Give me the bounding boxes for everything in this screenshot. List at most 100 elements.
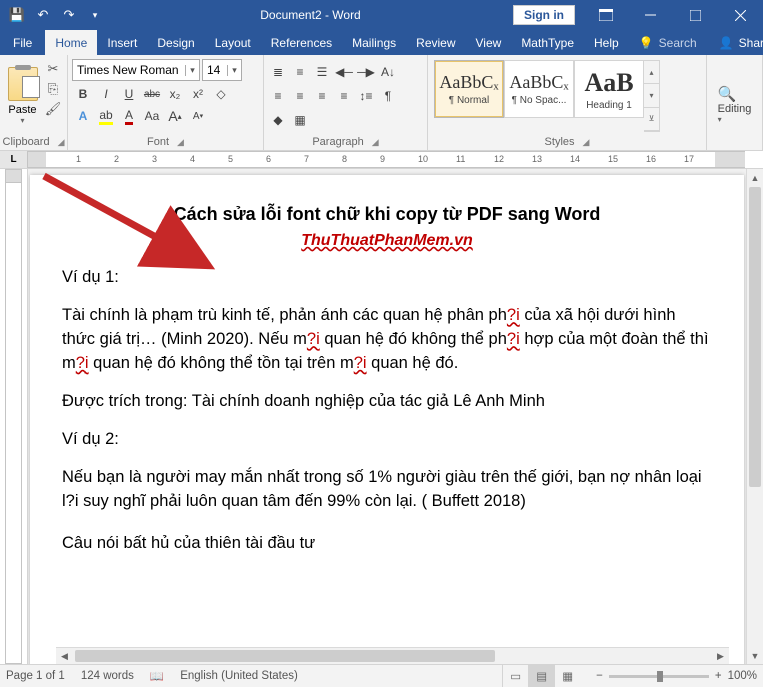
close-button[interactable] (718, 1, 763, 30)
paragraph-group-label: Paragraph (312, 136, 363, 148)
tab-review[interactable]: Review (406, 30, 465, 55)
sign-in-button[interactable]: Sign in (513, 5, 575, 25)
style-normal[interactable]: AaBbCₓ ¶ Normal (434, 60, 504, 118)
strike-button[interactable]: abc (141, 84, 163, 104)
align-left-button[interactable]: ≡ (268, 86, 288, 106)
zoom-slider[interactable] (609, 675, 709, 678)
font-dialog-launcher[interactable]: ◢ (177, 137, 184, 148)
tell-me-search[interactable]: 💡 Search (629, 30, 707, 55)
decrease-indent-button[interactable]: ◀─ (334, 62, 354, 82)
underline-button[interactable]: U (118, 84, 140, 104)
font-name-combo[interactable]: Times New Roman▾ (72, 59, 200, 81)
tab-selector[interactable]: L (0, 151, 28, 168)
bold-button[interactable]: B (72, 84, 94, 104)
word-count[interactable]: 124 words (81, 670, 134, 682)
page-indicator[interactable]: Page 1 of 1 (6, 670, 65, 682)
shading-button[interactable]: ◆ (268, 110, 288, 130)
change-case-button[interactable]: Aa (141, 106, 163, 126)
show-marks-button[interactable]: ¶ (378, 86, 398, 106)
vscroll-thumb[interactable] (749, 187, 761, 487)
horizontal-ruler[interactable]: L 1234567891011121314151617 (0, 151, 763, 169)
font-color-button[interactable]: A (118, 106, 140, 126)
tab-mathtype[interactable]: MathType (511, 30, 584, 55)
style-name: ¶ No Spac... (512, 95, 567, 106)
print-layout-icon[interactable]: ▤ (528, 665, 554, 687)
paste-button[interactable]: Paste ▾ (4, 58, 41, 134)
shrink-font-button[interactable]: A▾ (187, 106, 209, 126)
numbering-button[interactable]: ≡ (290, 62, 310, 82)
tab-design[interactable]: Design (147, 30, 204, 55)
lightbulb-icon: 💡 (639, 36, 654, 50)
style-heading1[interactable]: AaB Heading 1 (574, 60, 644, 118)
line-spacing-button[interactable]: ↕≡ (356, 86, 376, 106)
borders-button[interactable]: ▦ (290, 110, 310, 130)
highlight-button[interactable]: ab (95, 106, 117, 126)
save-icon[interactable]: 💾 (4, 2, 30, 28)
editing-button[interactable]: 🔍 Editing ▾ (718, 81, 752, 128)
vertical-ruler[interactable] (0, 169, 28, 664)
doc-subtitle: ThuThuatPhanMem.vn (62, 229, 712, 252)
qat-customize-icon[interactable]: ▾ (82, 2, 108, 28)
format-painter-icon[interactable]: 🖌 (43, 100, 63, 118)
copy-icon[interactable]: ⎘ (43, 80, 63, 98)
superscript-button[interactable]: x² (187, 84, 209, 104)
tab-layout[interactable]: Layout (205, 30, 261, 55)
page[interactable]: Cách sửa lỗi font chữ khi copy từ PDF sa… (30, 175, 744, 664)
web-layout-icon[interactable]: ▦ (554, 665, 580, 687)
zoom-level[interactable]: 100% (728, 670, 757, 682)
tab-references[interactable]: References (261, 30, 342, 55)
text-effects-button[interactable]: A (72, 106, 94, 126)
hscroll-thumb[interactable] (75, 650, 495, 662)
scroll-left-icon[interactable]: ◀ (56, 648, 73, 664)
paragraph-dialog-launcher[interactable]: ◢ (372, 137, 379, 148)
vertical-scrollbar[interactable]: ▲ ▼ (746, 169, 763, 664)
bullets-button[interactable]: ≣ (268, 62, 288, 82)
tab-help[interactable]: Help (584, 30, 629, 55)
maximize-button[interactable] (673, 1, 718, 30)
zoom-controls: − + 100% (596, 670, 757, 682)
example1-label: Ví dụ 1: (62, 266, 712, 290)
tab-mailings[interactable]: Mailings (342, 30, 406, 55)
tab-file[interactable]: File (0, 30, 45, 55)
share-label: Share (739, 36, 763, 50)
increase-indent-button[interactable]: ─▶ (356, 62, 376, 82)
font-size-combo[interactable]: 14▾ (202, 59, 242, 81)
styles-gallery-more[interactable]: ▴▾⊻ (644, 60, 660, 132)
scroll-up-icon[interactable]: ▲ (747, 169, 763, 186)
doc-heading: Cách sửa lỗi font chữ khi copy từ PDF sa… (62, 201, 712, 227)
font-size-value: 14 (203, 63, 227, 77)
quick-access-toolbar: 💾 ↶ ↷ ▾ (0, 2, 108, 28)
share-button[interactable]: 👤 Share (707, 30, 763, 55)
zoom-out-button[interactable]: − (596, 670, 603, 682)
redo-icon[interactable]: ↷ (56, 2, 82, 28)
zoom-in-button[interactable]: + (715, 670, 722, 682)
tab-home[interactable]: Home (45, 30, 97, 55)
horizontal-scrollbar[interactable]: ◀ ▶ (56, 647, 729, 664)
paragraph-3: Nếu bạn là người may mắn nhất trong số 1… (62, 466, 712, 514)
align-center-button[interactable]: ≡ (290, 86, 310, 106)
tab-view[interactable]: View (466, 30, 512, 55)
multilevel-button[interactable]: ☰ (312, 62, 332, 82)
italic-button[interactable]: I (95, 84, 117, 104)
ribbon-display-icon[interactable] (583, 1, 628, 30)
scroll-down-icon[interactable]: ▼ (747, 647, 763, 664)
style-no-spacing[interactable]: AaBbCₓ ¶ No Spac... (504, 60, 574, 118)
cut-icon[interactable]: ✂ (43, 60, 63, 78)
language-indicator[interactable]: English (United States) (180, 670, 298, 682)
style-preview: AaB (584, 68, 633, 98)
subscript-button[interactable]: x₂ (164, 84, 186, 104)
sort-button[interactable]: A↓ (378, 62, 398, 82)
styles-dialog-launcher[interactable]: ◢ (583, 137, 590, 148)
clipboard-dialog-launcher[interactable]: ◢ (58, 137, 65, 148)
tab-insert[interactable]: Insert (97, 30, 147, 55)
paste-icon (8, 67, 38, 101)
justify-button[interactable]: ≡ (334, 86, 354, 106)
scroll-right-icon[interactable]: ▶ (712, 648, 729, 664)
read-mode-icon[interactable]: ▭ (502, 665, 528, 687)
grow-font-button[interactable]: A▴ (164, 106, 186, 126)
minimize-button[interactable] (628, 1, 673, 30)
clear-format-icon[interactable]: ◇ (210, 84, 232, 104)
spell-check-icon[interactable]: 📖 (150, 669, 164, 683)
undo-icon[interactable]: ↶ (30, 2, 56, 28)
align-right-button[interactable]: ≡ (312, 86, 332, 106)
